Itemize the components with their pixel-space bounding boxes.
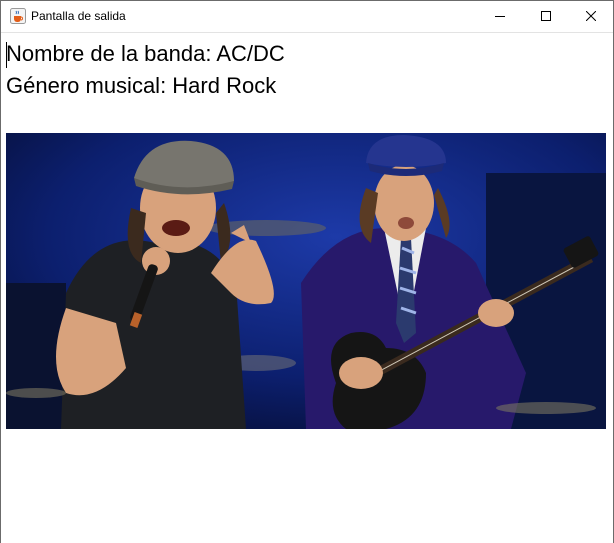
close-icon [586,11,596,21]
java-coffee-cup-icon [10,8,26,24]
maximize-button[interactable] [523,1,569,31]
band-name-line: Nombre de la banda: AC/DC [6,41,285,66]
band-photo [6,133,606,429]
minimize-button[interactable] [477,1,523,31]
output-text-area[interactable]: Nombre de la banda: AC/DC Género musical… [6,39,606,129]
close-button[interactable] [568,1,614,31]
maximize-icon [541,11,551,21]
window-title: Pantalla de salida [31,9,126,23]
genre-line: Género musical: Hard Rock [6,73,277,98]
minimize-icon [495,16,505,17]
content-pane: Nombre de la banda: AC/DC Género musical… [1,32,613,543]
output-window: Pantalla de salida Nombre de la banda: A… [0,0,614,543]
title-bar[interactable]: Pantalla de salida [1,1,613,31]
